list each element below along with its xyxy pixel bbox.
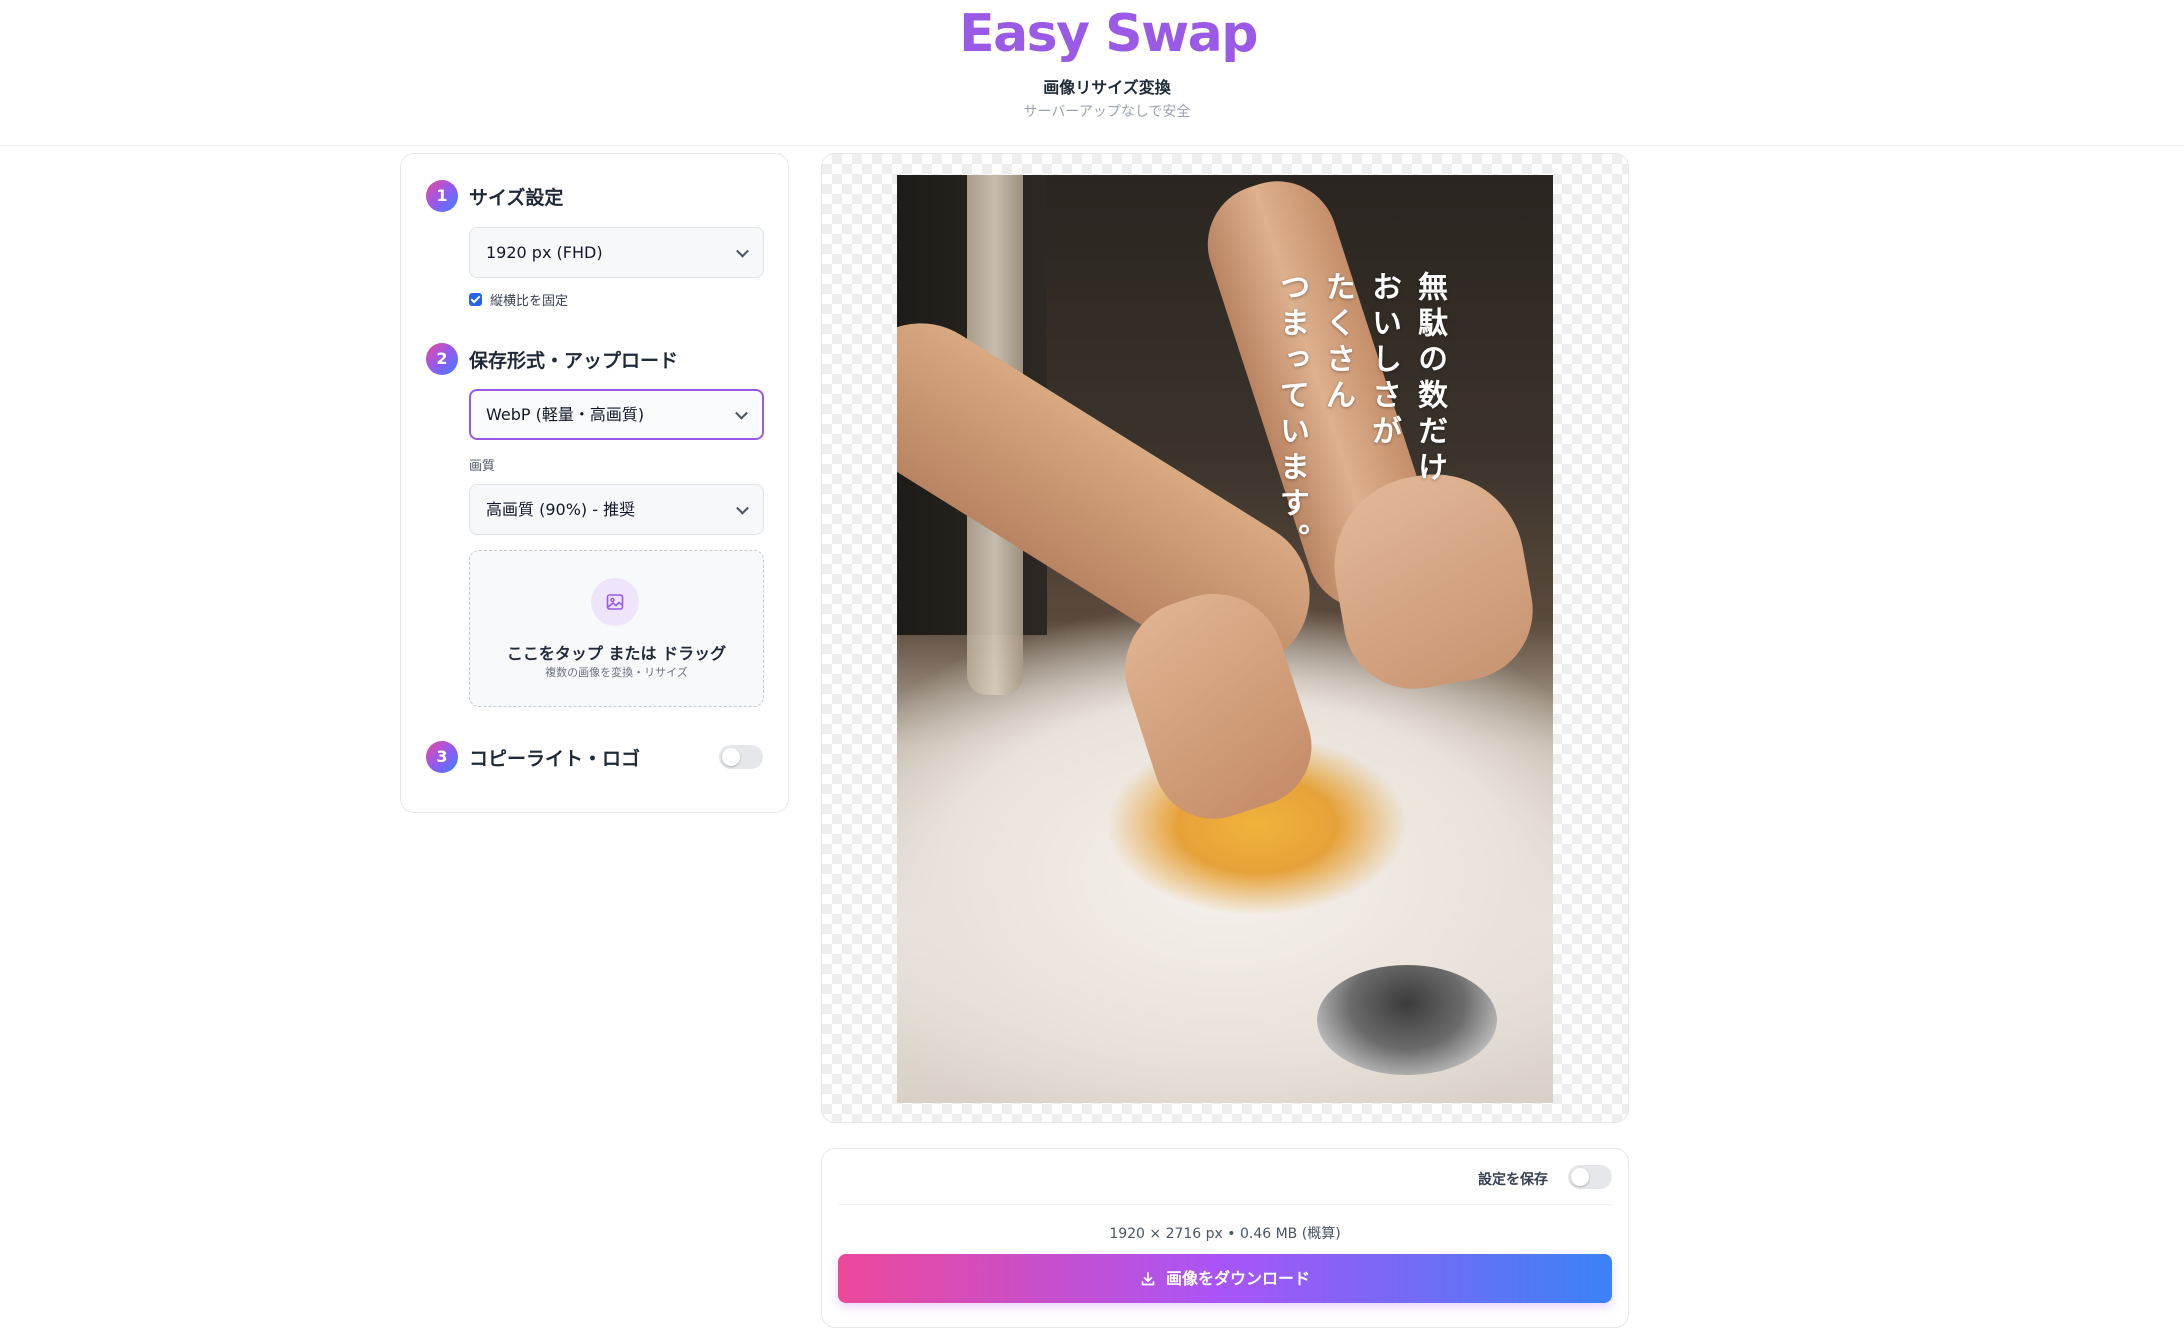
settings-panel: 1 サイズ設定 1920 px (FHD) 縦横比を固定 2 保存形式・アップロ… [400, 153, 789, 813]
chevron-down-icon [735, 406, 748, 420]
download-button-label: 画像をダウンロード [1165, 1269, 1310, 1288]
image-icon [591, 578, 639, 626]
toggle-knob [1571, 1168, 1589, 1186]
image-preview-area: 無駄の数だけ おいしさが たくさん つまっています。 [821, 153, 1629, 1123]
step-2-badge: 2 [426, 343, 458, 375]
step-1-badge: 1 [426, 180, 458, 212]
app-header: Easy Swap 画像リサイズ変換 サーバーアップなしで安全 [0, 0, 2184, 146]
quality-select-value: 高画質 (90%) - 推奨 [486, 500, 636, 519]
chevron-down-icon [736, 501, 749, 515]
app-tagline: サーバーアップなしで安全 [1023, 104, 1191, 120]
download-button[interactable]: 画像をダウンロード [838, 1254, 1612, 1303]
save-settings-label: 設定を保存 [1478, 1172, 1548, 1188]
copyright-toggle[interactable] [719, 745, 763, 769]
toggle-knob [722, 748, 740, 766]
preview-image: 無駄の数だけ おいしさが たくさん つまっています。 [897, 175, 1553, 1103]
chevron-down-icon [736, 244, 749, 258]
output-meta: 1920 × 2716 px • 0.46 MB (概算) [1109, 1226, 1341, 1242]
lock-aspect-label: 縦横比を固定 [490, 293, 569, 309]
dropzone-subtitle: 複数の画像を変換・リサイズ [545, 666, 688, 679]
format-select-value: WebP (軽量・高画質) [486, 405, 645, 424]
brand-logo: Easy Swap [959, 4, 1258, 64]
size-select-value: 1920 px (FHD) [486, 243, 603, 262]
overlay-text-line-1: 無駄の数だけ [1412, 271, 1447, 487]
lock-aspect-checkbox[interactable] [469, 292, 482, 306]
save-settings-toggle[interactable] [1568, 1165, 1612, 1189]
format-select[interactable]: WebP (軽量・高画質) [469, 389, 764, 440]
download-icon [1141, 1272, 1155, 1286]
photo-metal-cup [1317, 965, 1497, 1075]
step-1-title: サイズ設定 [469, 187, 564, 209]
overlay-text-line-3: たくさん [1320, 271, 1355, 415]
overlay-text-line-4: つまっています。 [1274, 271, 1309, 559]
quality-select[interactable]: 高画質 (90%) - 推奨 [469, 484, 764, 535]
quality-label: 画質 [469, 459, 496, 474]
step-2-title: 保存形式・アップロード [469, 350, 679, 372]
overlay-text-line-2: おいしさが [1366, 271, 1401, 451]
step-3-title: コピーライト・ロゴ [469, 748, 641, 770]
upload-dropzone[interactable]: ここをタップ または ドラッグ 複数の画像を変換・リサイズ [469, 550, 764, 707]
lock-aspect-row[interactable]: 縦横比を固定 [469, 290, 569, 309]
divider [838, 1204, 1612, 1205]
download-card: 設定を保存 1920 × 2716 px • 0.46 MB (概算) 画像をダ… [821, 1148, 1629, 1328]
size-select[interactable]: 1920 px (FHD) [469, 227, 764, 278]
step-3-badge: 3 [426, 741, 458, 773]
app-subtitle: 画像リサイズ変換 [1043, 78, 1171, 97]
dropzone-title: ここをタップ または ドラッグ [506, 644, 727, 663]
